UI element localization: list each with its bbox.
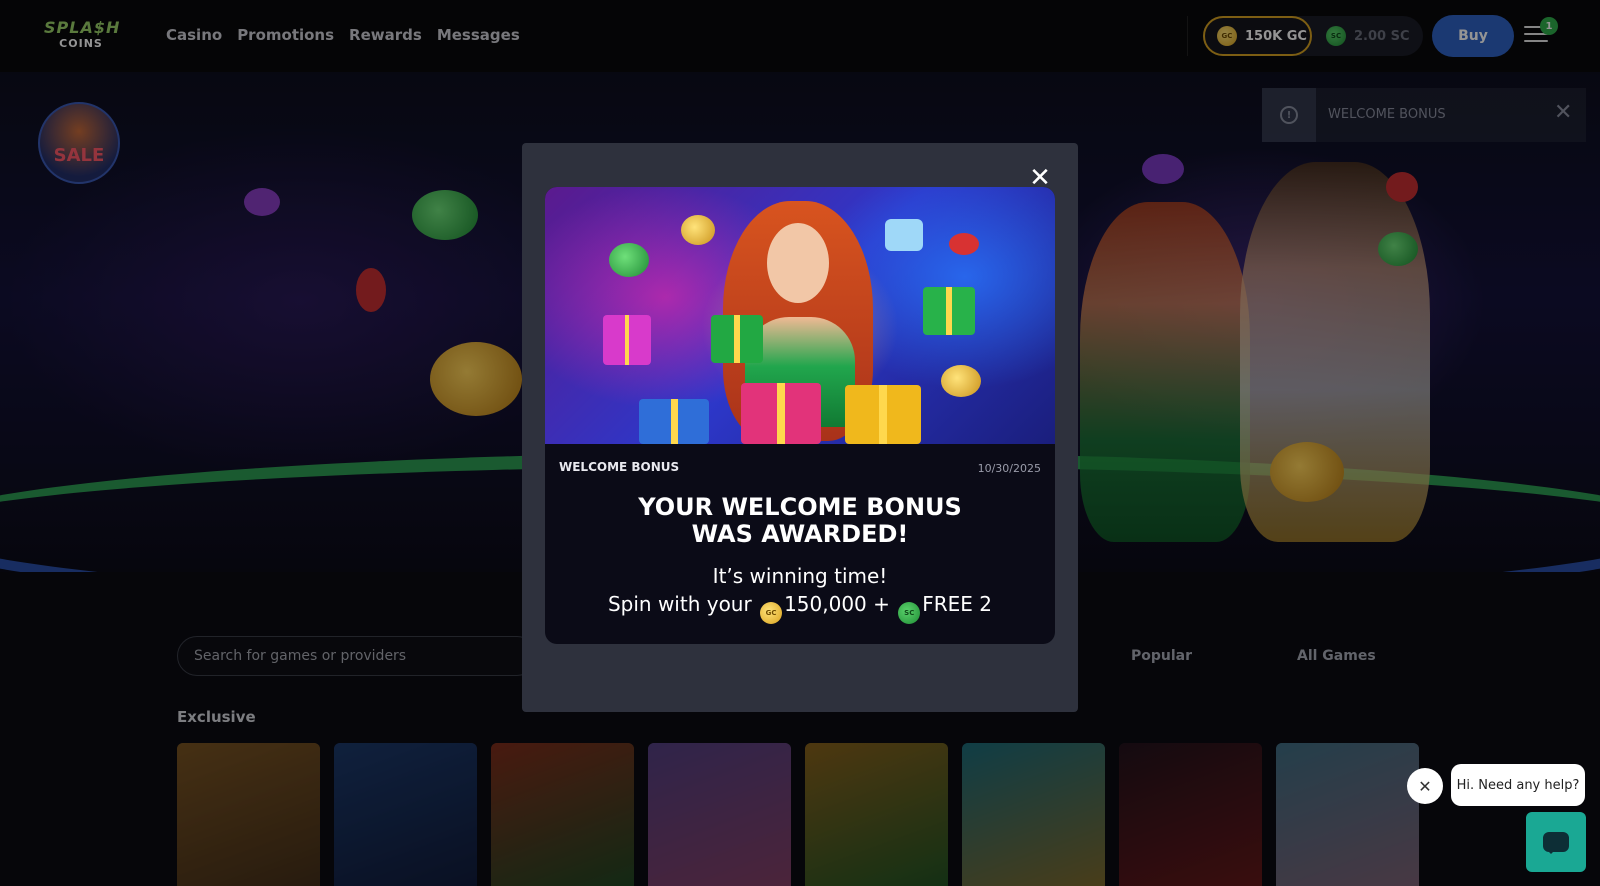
illustration-face (767, 223, 829, 303)
headline-line-1: YOUR WELCOME BONUS (638, 493, 962, 521)
chat-launcher-button[interactable] (1526, 812, 1586, 872)
subtext-prefix: Spin with your (607, 592, 752, 616)
sweeps-coin-icon: SC (898, 602, 921, 624)
chat-icon (1543, 832, 1569, 854)
gift-box-decoration (741, 383, 821, 444)
gc-amount: 150,000 + (784, 592, 890, 616)
green-coin-decoration (609, 243, 649, 277)
gold-coin-icon: GC (760, 602, 783, 624)
subtext-line-1: It’s winning time! (712, 564, 888, 588)
bonus-headline: YOUR WELCOME BONUS WAS AWARDED! (545, 494, 1055, 548)
chat-dismiss-button[interactable]: ✕ (1407, 768, 1443, 804)
welcome-bonus-illustration (545, 187, 1055, 444)
card-badge: WELCOME BONUS (559, 460, 680, 474)
gift-box-decoration (845, 385, 921, 444)
gift-box-decoration (923, 287, 975, 335)
bonus-subtext: It’s winning time! Spin with your GC 150,… (545, 562, 1055, 624)
gift-box-decoration (711, 315, 763, 363)
card-date: 10/30/2025 (977, 462, 1041, 475)
diamond-decoration (885, 219, 923, 251)
headline-line-2: WAS AWARDED! (691, 520, 909, 548)
subtext-line-2: Spin with your GC 150,000 + SC FREE 2 (545, 590, 1055, 624)
sc-amount: FREE 2 (922, 592, 993, 616)
red-chip-decoration (949, 233, 979, 255)
gc-coin-decoration (681, 215, 715, 245)
gold-coin-decoration (941, 365, 981, 397)
gift-box-decoration (639, 399, 709, 444)
chat-greeting-bubble[interactable]: Hi. Need any help? (1451, 764, 1585, 806)
welcome-bonus-card: WELCOME BONUS 10/30/2025 YOUR WELCOME BO… (545, 187, 1055, 644)
gift-box-decoration (603, 315, 651, 365)
